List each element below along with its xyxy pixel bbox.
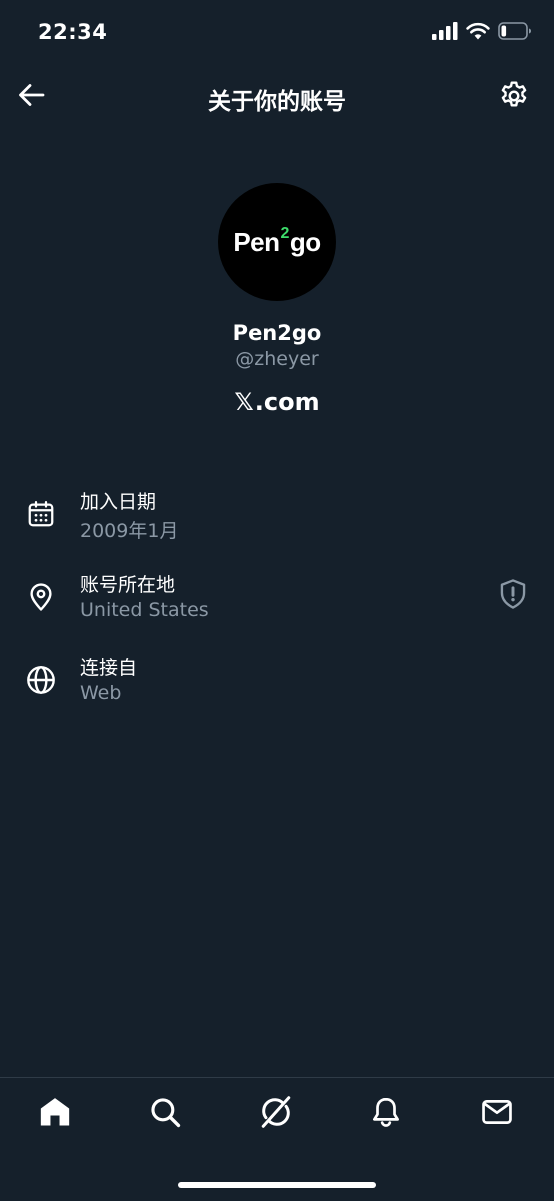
display-name: Pen2go xyxy=(232,321,322,345)
avatar-logo-text: Pen xyxy=(233,226,280,257)
globe-icon xyxy=(24,663,58,697)
info-row-join-date: 加入日期 2009年1月 xyxy=(0,485,554,568)
location-pin-icon xyxy=(24,580,58,614)
user-handle: @zheyer xyxy=(235,348,319,370)
calendar-icon xyxy=(24,497,58,531)
tab-notifications[interactable] xyxy=(366,1094,406,1134)
tab-search[interactable] xyxy=(145,1094,185,1134)
x-logo: 𝕏 xyxy=(234,388,254,416)
tab-messages[interactable] xyxy=(477,1094,517,1134)
site-label: 𝕏 .com xyxy=(0,388,554,416)
avatar: Pen 2 go xyxy=(218,183,336,301)
info-value: 2009年1月 xyxy=(80,520,179,542)
account-info-list: 加入日期 2009年1月 账号所在地 United States 连接自 Web xyxy=(0,485,554,734)
home-indicator xyxy=(178,1182,376,1188)
bottom-tab-bar xyxy=(0,1077,554,1201)
info-value: Web xyxy=(80,682,122,704)
info-label: 加入日期 xyxy=(80,491,157,513)
settings-button[interactable] xyxy=(496,80,532,116)
tab-grok[interactable] xyxy=(256,1094,296,1134)
status-bar: 22:34 xyxy=(0,0,554,68)
gear-icon xyxy=(498,80,530,116)
info-label: 连接自 xyxy=(80,657,138,679)
info-row-account-location: 账号所在地 United States xyxy=(0,568,554,651)
search-icon xyxy=(148,1095,182,1133)
info-label: 账号所在地 xyxy=(80,574,176,596)
wifi-icon xyxy=(466,22,490,44)
page-title: 关于你的账号 xyxy=(208,89,346,115)
site-domain: .com xyxy=(254,388,320,416)
cellular-signal-icon xyxy=(432,22,458,44)
shield-alert-icon xyxy=(498,578,528,614)
status-icons xyxy=(432,22,532,44)
notifications-bell-icon xyxy=(369,1095,403,1133)
info-row-connected-via: 连接自 Web xyxy=(0,651,554,734)
messages-envelope-icon xyxy=(480,1095,514,1133)
grok-icon xyxy=(258,1094,294,1134)
profile-section: Pen 2 go Pen2go @zheyer 𝕏 .com xyxy=(0,183,554,416)
header: 关于你的账号 xyxy=(0,68,554,128)
avatar-logo-text-end: go xyxy=(289,226,321,257)
status-time: 22:34 xyxy=(38,20,108,44)
home-icon xyxy=(38,1095,72,1133)
battery-icon xyxy=(498,22,532,44)
tab-home[interactable] xyxy=(35,1094,75,1134)
location-info-button[interactable] xyxy=(496,578,530,614)
avatar-logo-accent: 2 xyxy=(280,225,290,242)
info-value: United States xyxy=(80,599,209,621)
